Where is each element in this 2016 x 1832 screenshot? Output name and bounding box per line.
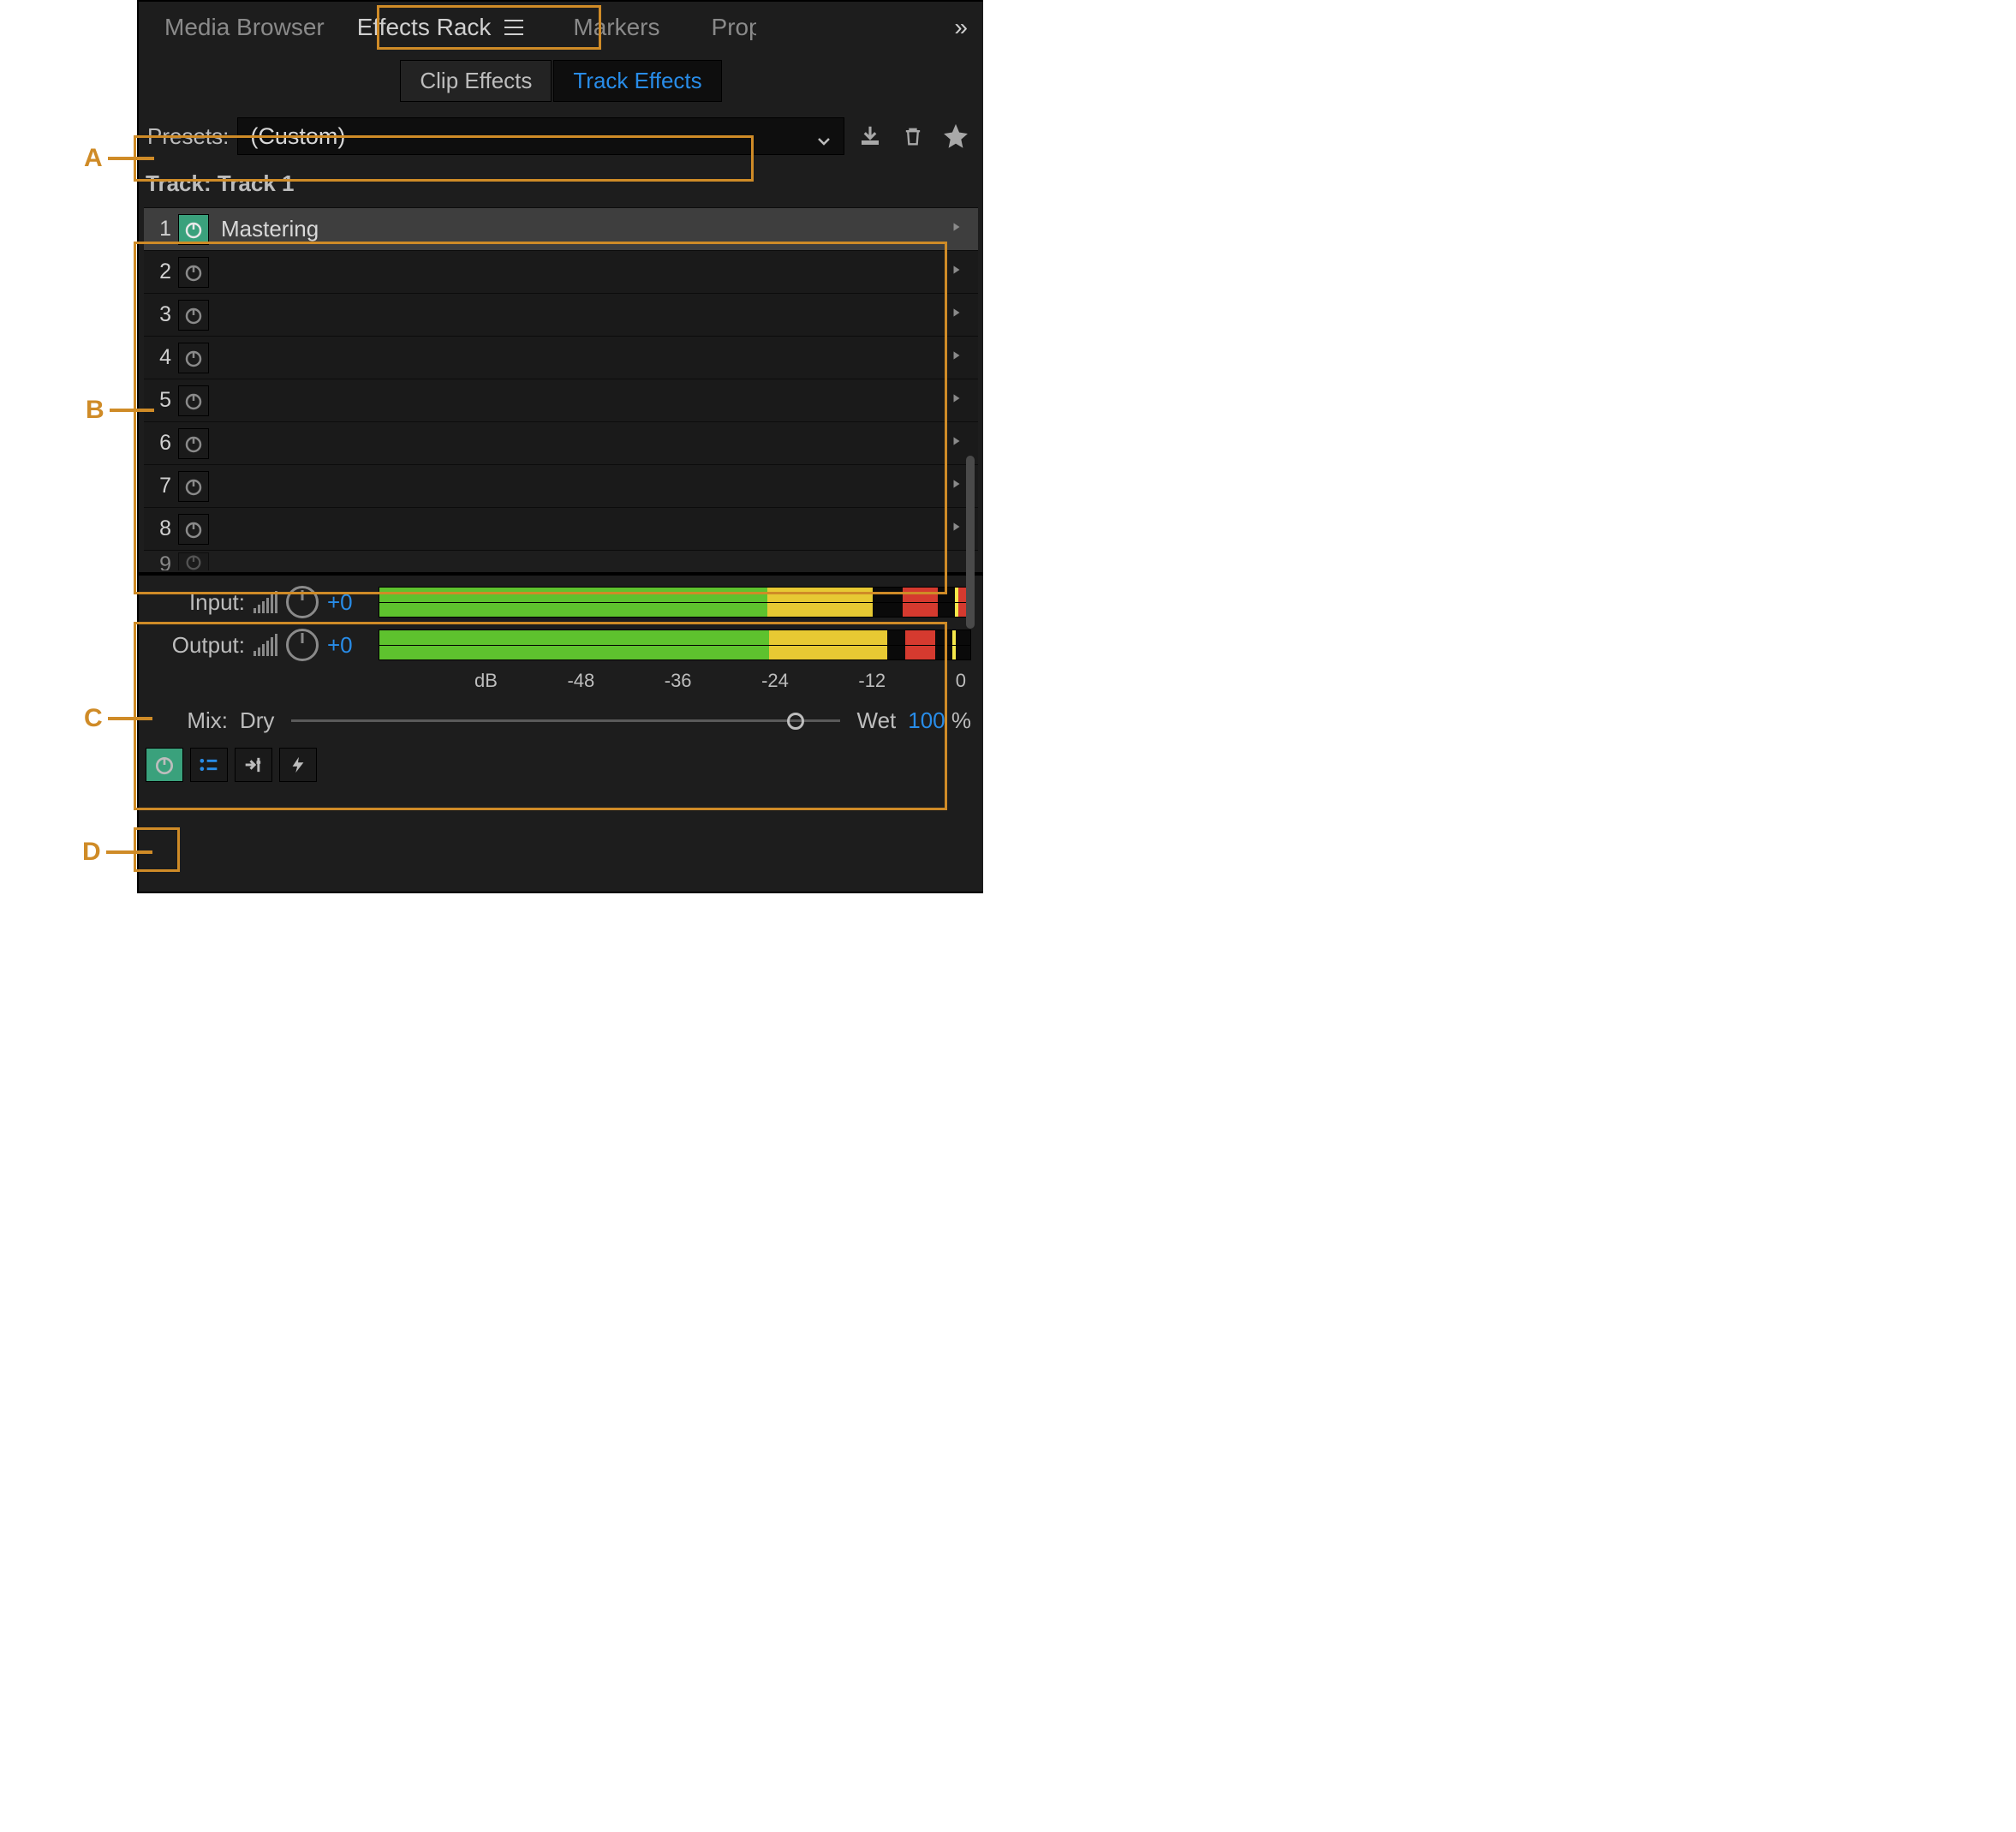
effect-slot[interactable]: 5 <box>144 379 978 421</box>
slot-power-button[interactable] <box>178 514 209 545</box>
save-preset-button[interactable] <box>853 119 887 153</box>
bars-icon <box>253 591 277 613</box>
slot-expand-icon[interactable] <box>951 307 971 323</box>
slot-number: 8 <box>144 516 171 541</box>
subtab-track-effects[interactable]: Track Effects <box>553 60 721 102</box>
db-scale-labels: dB -48 -36 -24 -12 0 <box>151 670 971 692</box>
slot-number: 6 <box>144 431 171 456</box>
effect-slot[interactable]: 2 <box>144 250 978 293</box>
effect-slot[interactable]: 4 <box>144 336 978 379</box>
db-tick: 0 <box>956 670 966 692</box>
presets-value: (Custom) <box>250 123 345 150</box>
mix-slider[interactable] <box>291 719 839 722</box>
mix-row: Mix: Dry Wet 100 % <box>151 702 971 734</box>
tab-markers[interactable]: Markers <box>556 3 677 51</box>
effects-subtabs: Clip Effects Track Effects <box>139 53 983 114</box>
effect-slot-partial: 9 <box>144 550 978 570</box>
slot-expand-icon[interactable] <box>951 221 971 237</box>
output-gain-value[interactable]: +0 <box>327 632 370 659</box>
output-row: Output: +0 <box>151 629 971 661</box>
slot-power-button[interactable] <box>178 471 209 502</box>
slot-expand-icon[interactable] <box>951 349 971 366</box>
chevron-down-icon <box>816 128 832 144</box>
panel-menu-icon[interactable] <box>504 20 523 35</box>
list-view-button[interactable] <box>190 748 228 782</box>
tab-media-browser[interactable]: Media Browser <box>147 3 342 51</box>
slot-number: 3 <box>144 302 171 327</box>
db-tick: -48 <box>567 670 594 692</box>
tab-properties[interactable]: Prop <box>695 3 756 51</box>
slot-number: 1 <box>144 217 171 242</box>
mix-unit: % <box>945 707 971 733</box>
db-tick: -12 <box>858 670 886 692</box>
slot-effect-name: Mastering <box>216 216 944 242</box>
slot-number: 4 <box>144 345 171 370</box>
delete-preset-button[interactable] <box>896 119 930 153</box>
panel-tabs: Media Browser Effects Rack Markers Prop … <box>139 2 983 53</box>
bottom-toolbar <box>139 739 983 791</box>
tabs-overflow-icon[interactable]: » <box>954 14 975 41</box>
slot-power-button[interactable] <box>178 257 209 288</box>
subtab-clip-effects[interactable]: Clip Effects <box>400 60 552 102</box>
rack-power-button[interactable] <box>146 748 183 782</box>
db-tick: -24 <box>761 670 789 692</box>
effect-slot[interactable]: 8 <box>144 507 978 550</box>
power-icon <box>178 552 209 570</box>
mix-dry-label: Dry <box>240 707 274 734</box>
slot-number: 2 <box>144 260 171 284</box>
track-name-label: Track: Track 1 <box>139 164 983 207</box>
output-gain-knob[interactable] <box>286 629 319 661</box>
section-divider <box>139 572 983 576</box>
callout-b: B <box>86 396 154 425</box>
apply-to-fader-button[interactable] <box>235 748 272 782</box>
input-meter <box>379 587 971 618</box>
effect-slot[interactable]: 7 <box>144 464 978 507</box>
io-section: Input: +0 Output: +0 dB -48 -36 -24 -12 0 Mix… <box>139 577 983 739</box>
db-tick: dB <box>474 670 498 692</box>
effect-slot[interactable]: 3 <box>144 293 978 336</box>
output-label: Output: <box>151 632 245 659</box>
slot-expand-icon[interactable] <box>951 435 971 451</box>
tab-effects-rack-label: Effects Rack <box>357 14 492 41</box>
slot-power-button[interactable] <box>178 343 209 373</box>
tab-effects-rack[interactable]: Effects Rack <box>342 7 540 48</box>
input-row: Input: +0 <box>151 586 971 618</box>
effect-slots-list: 1 Mastering 2 3 4 5 6 7 8 <box>144 207 978 550</box>
slots-scrollbar[interactable] <box>966 456 975 629</box>
db-tick: -36 <box>665 670 692 692</box>
favorite-button[interactable] <box>939 119 973 153</box>
mix-wet-label: Wet <box>857 707 897 734</box>
prerender-button[interactable] <box>279 748 317 782</box>
bars-icon <box>253 634 277 656</box>
input-label: Input: <box>151 589 245 616</box>
callout-d: D <box>82 838 152 867</box>
slot-expand-icon[interactable] <box>951 264 971 280</box>
input-gain-value[interactable]: +0 <box>327 589 370 616</box>
presets-row: Presets: (Custom) <box>139 114 983 164</box>
presets-dropdown[interactable]: (Custom) <box>237 117 844 155</box>
mix-label: Mix: <box>151 707 228 734</box>
slot-power-button[interactable] <box>178 300 209 331</box>
slot-power-button[interactable] <box>178 385 209 416</box>
callout-a: A <box>84 144 154 173</box>
slot-power-button[interactable] <box>178 428 209 459</box>
slot-power-button[interactable] <box>178 214 209 245</box>
slot-number: 7 <box>144 474 171 498</box>
presets-label: Presets: <box>146 123 229 150</box>
input-gain-knob[interactable] <box>286 586 319 618</box>
callout-c: C <box>84 704 152 733</box>
mix-slider-thumb[interactable] <box>787 713 804 730</box>
effect-slot[interactable]: 1 Mastering <box>144 207 978 250</box>
slot-expand-icon[interactable] <box>951 392 971 409</box>
output-meter <box>379 630 971 660</box>
effect-slot[interactable]: 6 <box>144 421 978 464</box>
mix-value[interactable]: 100 <box>908 707 945 733</box>
